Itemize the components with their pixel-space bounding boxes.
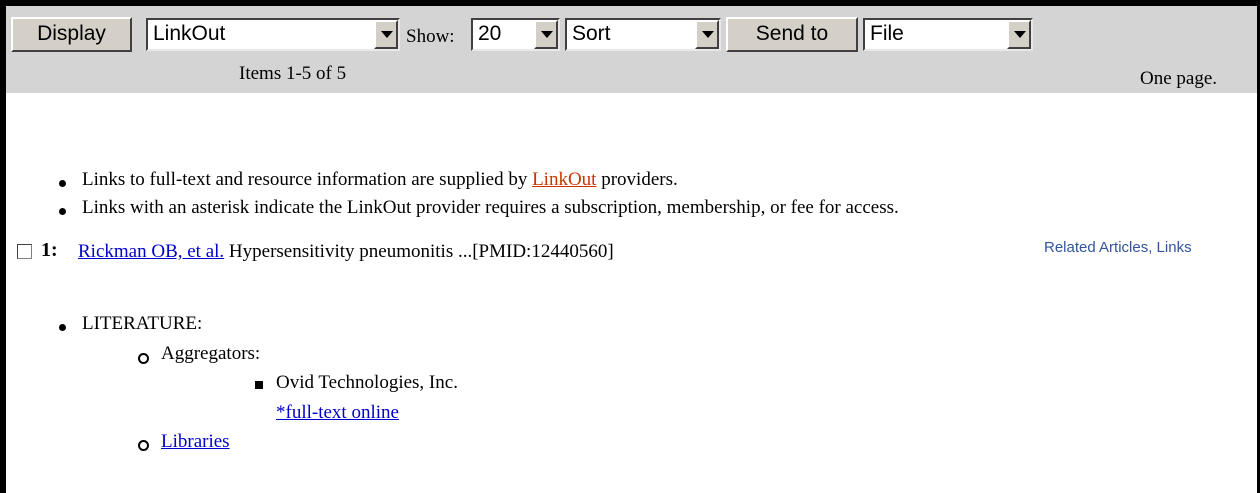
show-count-value: 20	[478, 22, 502, 45]
circle-bullet-icon	[138, 440, 149, 451]
aggregators-label: Aggregators:	[161, 343, 261, 364]
chevron-down-icon[interactable]	[695, 20, 719, 49]
linkout-note-2: Links with an asterisk indicate the Link…	[82, 197, 899, 218]
sort-value: Sort	[572, 22, 611, 45]
display-button[interactable]: Display	[11, 17, 132, 52]
provider-name: Ovid Technologies, Inc.	[276, 372, 458, 393]
bullet-icon	[59, 324, 66, 331]
chevron-down-icon[interactable]	[1007, 20, 1031, 49]
page-count: One page.	[1140, 68, 1218, 89]
display-format-select[interactable]: LinkOut	[146, 18, 400, 51]
display-format-value: LinkOut	[153, 22, 226, 45]
chevron-down-icon[interactable]	[374, 20, 398, 49]
show-count-select[interactable]: 20	[471, 18, 560, 51]
square-bullet-icon	[255, 381, 263, 389]
circle-bullet-icon	[138, 353, 149, 364]
record-number: 1:	[41, 239, 58, 261]
full-text-online-link[interactable]: *full-text online	[276, 402, 399, 424]
record-select-checkbox[interactable]	[17, 244, 32, 259]
items-count: Items 1-5 of 5	[239, 63, 347, 84]
show-label: Show:	[406, 26, 455, 47]
results-toolbar: Display LinkOut Show: 20 Sort Send to Fi…	[6, 6, 1257, 93]
bullet-icon	[59, 208, 66, 215]
note-1-text-after: providers.	[596, 169, 678, 190]
linkout-link[interactable]: LinkOut	[532, 169, 596, 190]
record-authors-link[interactable]: Rickman OB, et al.	[78, 241, 224, 262]
category-literature: LITERATURE:	[82, 313, 203, 334]
bullet-icon	[59, 180, 66, 187]
send-to-button[interactable]: Send to	[726, 17, 858, 52]
note-1-text-before: Links to full-text and resource informat…	[82, 169, 533, 190]
chevron-down-icon[interactable]	[534, 20, 558, 49]
sort-select[interactable]: Sort	[565, 18, 721, 51]
libraries-link[interactable]: Libraries	[161, 431, 230, 453]
send-destination-select[interactable]: File	[863, 18, 1033, 51]
related-articles-links[interactable]: Related Articles, Links	[1044, 239, 1192, 256]
record-title: Hypersensitivity pneumonitis ...[PMID:12…	[224, 241, 614, 262]
record-citation: Rickman OB, et al. Hypersensitivity pneu…	[78, 241, 614, 263]
linkout-note-1: Links to full-text and resource informat…	[82, 169, 678, 191]
send-destination-value: File	[870, 22, 904, 45]
